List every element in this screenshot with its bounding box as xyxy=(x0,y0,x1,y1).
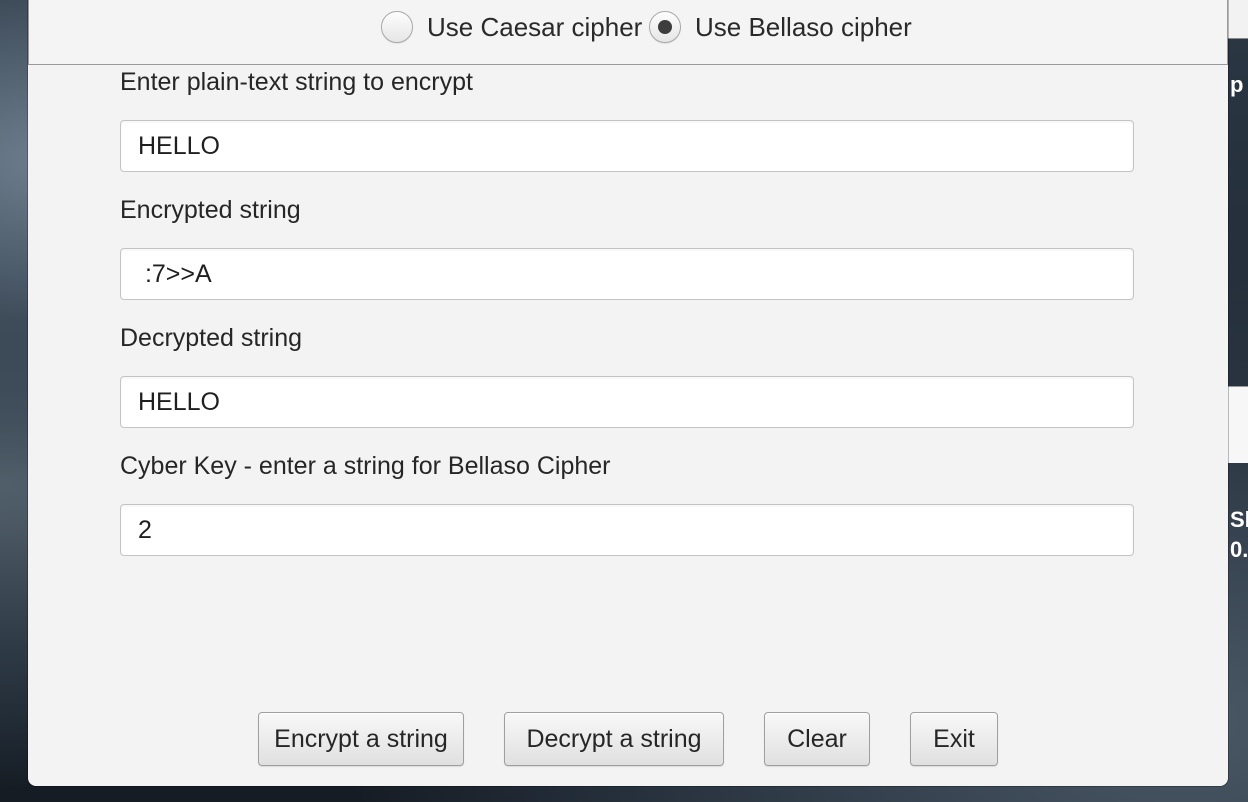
cipher-selection-bar: Use Caesar cipher Use Bellaso cipher xyxy=(28,0,1228,65)
decrypted-string-label: Decrypted string xyxy=(120,324,303,352)
decrypted-string-field[interactable]: HELLO xyxy=(120,376,1134,428)
background-text: 0. xyxy=(1230,537,1248,562)
caesar-cipher-label: Use Caesar cipher xyxy=(427,11,643,42)
cyber-key-label: Cyber Key - enter a string for Bellaso C… xyxy=(120,452,611,480)
encrypted-string-label: Encrypted string xyxy=(120,196,301,224)
background-window-middle[interactable] xyxy=(1228,386,1248,463)
radio-unchecked-icon[interactable] xyxy=(381,11,413,43)
background-window-label: p xyxy=(1228,72,1248,112)
radio-checked-icon[interactable] xyxy=(649,11,681,43)
caesar-cipher-radio[interactable]: Use Caesar cipher xyxy=(381,10,642,44)
plain-text-label: Enter plain-text string to encrypt xyxy=(120,68,473,96)
plain-text-input[interactable]: HELLO xyxy=(120,120,1134,172)
cyber-key-input[interactable]: 2 xyxy=(120,504,1134,556)
background-text: p xyxy=(1230,72,1244,97)
bellaso-cipher-label: Use Bellaso cipher xyxy=(695,11,912,42)
background-text: Sh xyxy=(1230,507,1248,532)
encrypt-button[interactable]: Encrypt a string xyxy=(258,712,464,766)
encrypted-string-field[interactable]: :7>>A xyxy=(120,248,1134,300)
background-desktop-label: Sh 0. xyxy=(1228,505,1248,565)
cipher-app-window: Use Caesar cipher Use Bellaso cipher Ent… xyxy=(28,0,1228,786)
bellaso-cipher-radio[interactable]: Use Bellaso cipher xyxy=(649,10,912,44)
exit-button[interactable]: Exit xyxy=(910,712,998,766)
decrypt-button[interactable]: Decrypt a string xyxy=(504,712,724,766)
background-window-top[interactable] xyxy=(1228,0,1248,39)
clear-button[interactable]: Clear xyxy=(764,712,870,766)
